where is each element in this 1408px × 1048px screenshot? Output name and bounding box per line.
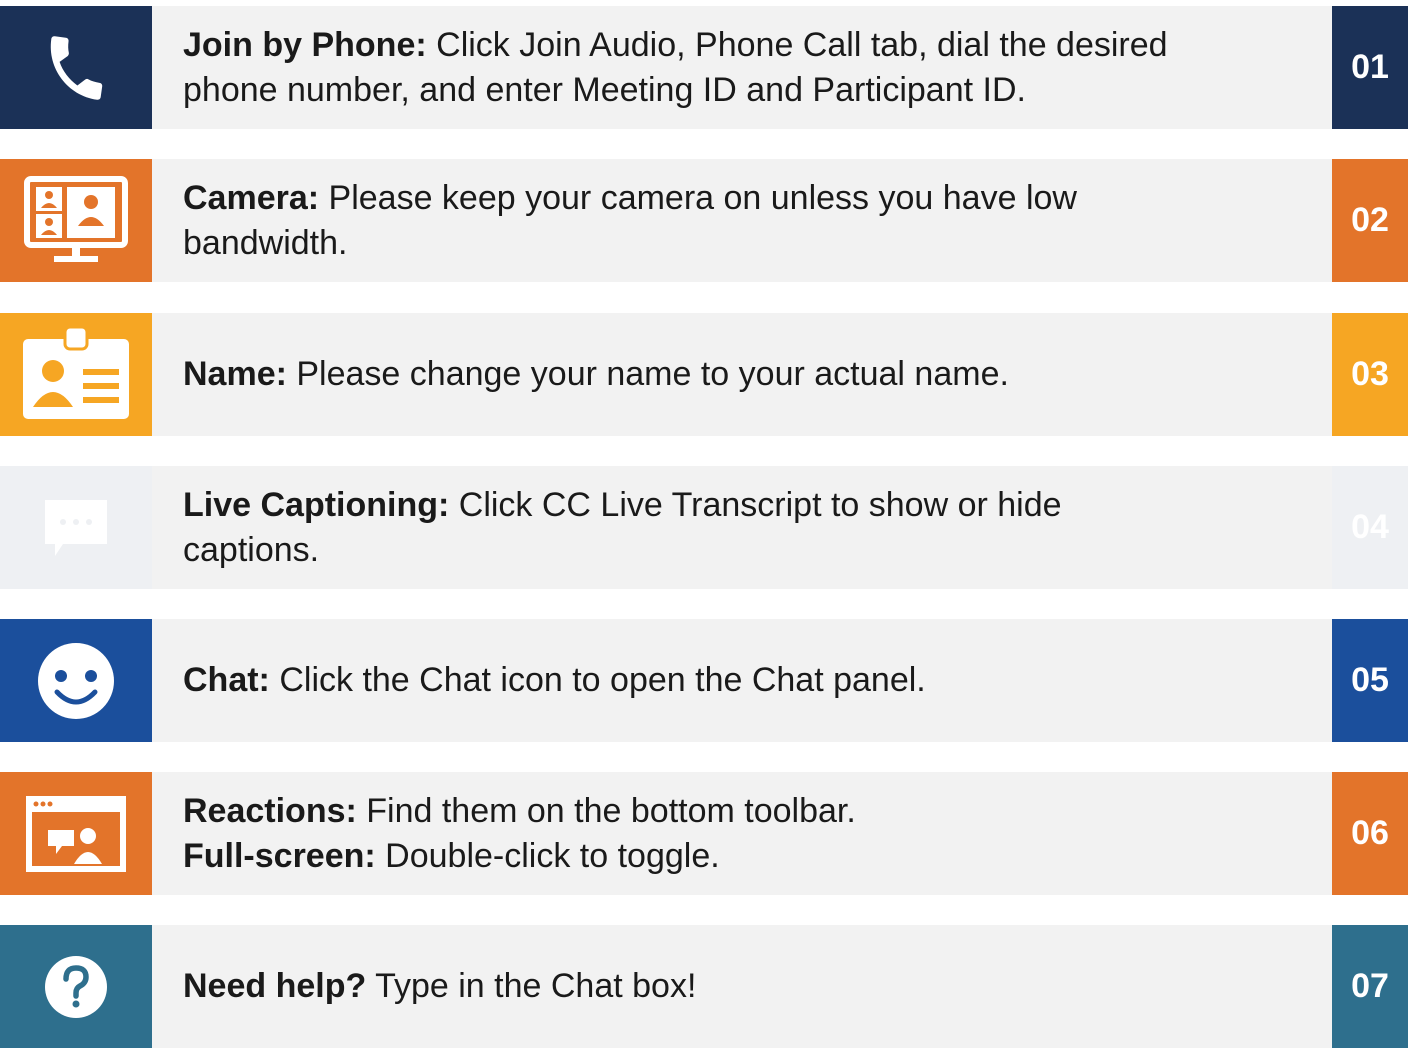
icon-tile xyxy=(0,159,152,282)
instruction-text: Join by Phone: Click Join Audio, Phone C… xyxy=(152,6,1332,129)
video-call-monitor-icon xyxy=(24,175,128,262)
icon-tile xyxy=(0,619,152,742)
step-number: 03 xyxy=(1332,313,1408,436)
step-number: 07 xyxy=(1332,925,1408,1048)
step-number: 02 xyxy=(1332,159,1408,282)
instruction-text: Reactions: Find them on the bottom toolb… xyxy=(152,772,1332,895)
instruction-text: Chat: Click the Chat icon to open the Ch… xyxy=(152,619,1332,742)
help-question-icon xyxy=(45,955,107,1018)
icon-tile xyxy=(0,313,152,436)
list-item: Need help? Type in the Chat box! 07 xyxy=(0,925,1408,1048)
step-number: 06 xyxy=(1332,772,1408,895)
list-item: Name: Please change your name to your ac… xyxy=(0,313,1408,436)
icon-tile xyxy=(0,772,152,895)
list-item: Chat: Click the Chat icon to open the Ch… xyxy=(0,619,1408,742)
instruction-text: Name: Please change your name to your ac… xyxy=(152,313,1332,436)
phone-icon xyxy=(50,35,103,100)
id-badge-icon xyxy=(23,325,129,419)
icon-tile xyxy=(0,925,152,1048)
step-number: 01 xyxy=(1332,6,1408,129)
smiley-face-icon xyxy=(38,642,114,719)
list-item: Live Captioning: Click CC Live Transcrip… xyxy=(0,466,1408,589)
list-item: Camera: Please keep your camera on unles… xyxy=(0,159,1408,282)
step-number: 04 xyxy=(1332,466,1408,589)
list-item: Join by Phone: Click Join Audio, Phone C… xyxy=(0,6,1408,129)
speech-bubble-icon xyxy=(45,499,107,556)
instruction-text: Need help? Type in the Chat box! xyxy=(152,925,1332,1048)
icon-tile xyxy=(0,6,152,129)
instruction-text: Live Captioning: Click CC Live Transcrip… xyxy=(152,466,1332,589)
list-item: Reactions: Find them on the bottom toolb… xyxy=(0,772,1408,895)
reaction-window-icon xyxy=(26,795,126,872)
icon-tile xyxy=(0,466,152,589)
step-number: 05 xyxy=(1332,619,1408,742)
instruction-text: Camera: Please keep your camera on unles… xyxy=(152,159,1332,282)
